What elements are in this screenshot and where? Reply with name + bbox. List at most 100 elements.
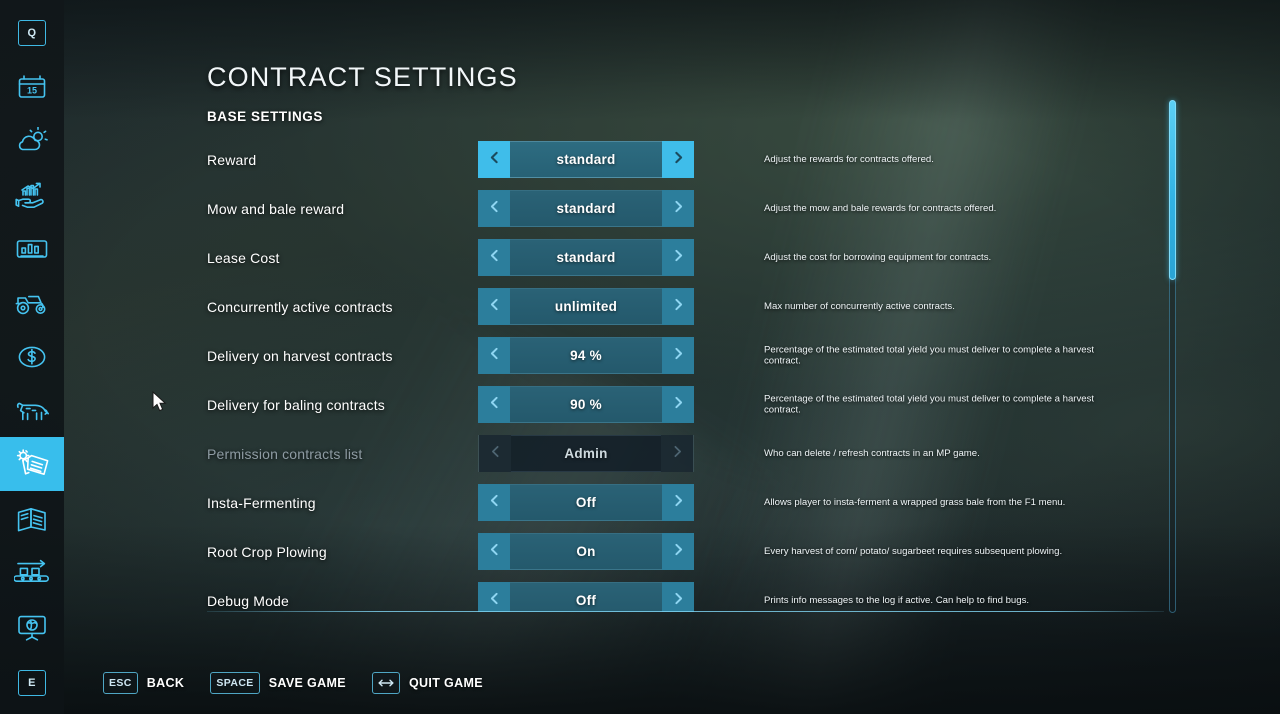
footer-hint[interactable]: QUIT GAME (371, 672, 483, 694)
setting-option-control[interactable]: 90 % (478, 386, 694, 423)
option-value: unlimited (554, 299, 618, 314)
setting-label: Permission contracts list (207, 445, 363, 462)
option-previous-button[interactable] (478, 386, 510, 423)
setting-row[interactable]: Concurrently active contracts unlimited Ma… (64, 288, 1164, 325)
option-previous-button[interactable] (478, 337, 510, 374)
option-next-button[interactable] (662, 533, 694, 570)
sidebar-item-statistics[interactable] (0, 222, 64, 276)
footer-hint-label: BACK (146, 676, 185, 690)
option-value-display: standard (510, 190, 662, 227)
option-previous-button[interactable] (478, 484, 510, 521)
chevron-left-icon (488, 249, 501, 267)
setting-option-control[interactable]: Off (478, 582, 694, 612)
setting-row[interactable]: Insta-Fermenting Off Allows player to inst… (64, 484, 1164, 521)
chevron-left-icon (488, 347, 501, 365)
setting-label: Debug Mode (207, 592, 289, 609)
setting-row[interactable]: Mow and bale reward standard Adjust the mo… (64, 190, 1164, 227)
setting-option-control[interactable]: 94 % (478, 337, 694, 374)
setting-label: Concurrently active contracts (207, 298, 393, 315)
chevron-left-icon (488, 298, 501, 316)
weather-icon (15, 127, 49, 155)
option-value: standard (556, 201, 616, 216)
key-cap: ESC (103, 672, 138, 694)
setting-row[interactable]: Lease Cost standard Adjust the cost for bo… (64, 239, 1164, 276)
sidebar-item-production[interactable] (0, 546, 64, 600)
sidebar-item-weather[interactable] (0, 114, 64, 168)
option-next-button[interactable] (662, 337, 694, 374)
option-next-button[interactable] (662, 484, 694, 521)
chevron-left-icon (488, 396, 501, 414)
option-previous-button (479, 435, 511, 472)
option-value: 94 % (570, 348, 602, 363)
option-previous-button[interactable] (478, 288, 510, 325)
option-previous-button[interactable] (478, 533, 510, 570)
setting-row[interactable]: Permission contracts list Admin Who can de… (64, 435, 1164, 472)
chevron-left-icon (488, 592, 501, 610)
option-previous-button[interactable] (478, 190, 510, 227)
scrollbar[interactable] (1168, 100, 1177, 613)
prices-hand-icon (15, 181, 49, 209)
setting-row[interactable]: Reward standard Adjust the rewards for con… (64, 141, 1164, 178)
settings-scroll-region[interactable]: Reward standard Adjust the rewards for con… (64, 133, 1164, 612)
setting-label: Mow and bale reward (207, 200, 345, 217)
setting-description: Percentage of the estimated total yield … (764, 343, 1095, 367)
option-value-display: unlimited (510, 288, 662, 325)
scrollbar-thumb[interactable] (1169, 100, 1176, 280)
option-next-button[interactable] (662, 386, 694, 423)
setting-option-control[interactable]: standard (478, 239, 694, 276)
option-next-button[interactable] (662, 239, 694, 276)
setting-row[interactable]: Delivery for baling contracts 90 % Percent… (64, 386, 1164, 423)
option-value-display: 90 % (510, 386, 662, 423)
setting-option-control[interactable]: Off (478, 484, 694, 521)
setting-row[interactable]: Debug Mode Off Prints info messages to the… (64, 582, 1164, 612)
setting-label: Insta-Fermenting (207, 494, 316, 511)
production-icon (14, 559, 50, 587)
setting-option-control[interactable]: unlimited (478, 288, 694, 325)
sidebar-item-contracts[interactable] (0, 492, 64, 546)
setting-option-control[interactable]: Admin (478, 435, 694, 472)
game-settings-icon (14, 449, 50, 479)
footer-hint[interactable]: ESC BACK (103, 672, 184, 694)
setting-row[interactable]: Delivery on harvest contracts 94 % Percent… (64, 337, 1164, 374)
chevron-right-icon (672, 200, 685, 218)
chevron-right-icon (671, 445, 684, 463)
option-next-button[interactable] (662, 190, 694, 227)
option-previous-button[interactable] (478, 582, 510, 612)
setting-option-control[interactable]: standard (478, 190, 694, 227)
option-previous-button[interactable] (478, 141, 510, 178)
setting-label: Delivery on harvest contracts (207, 347, 393, 364)
setting-description: Every harvest of corn/ potato/ sugarbeet… (764, 545, 1063, 557)
sidebar-item-finances[interactable] (0, 330, 64, 384)
chevron-right-icon (672, 298, 685, 316)
option-previous-button[interactable] (478, 239, 510, 276)
setting-option-control[interactable]: On (478, 533, 694, 570)
option-value: standard (556, 250, 616, 265)
sidebar-item-prices[interactable] (0, 168, 64, 222)
footer-key-hints: ESC BACK SPACE SAVE GAME QUIT GAME (0, 652, 1280, 714)
option-value: On (576, 544, 596, 559)
option-value-display: 94 % (510, 337, 662, 374)
sidebar-item-map-overview[interactable] (0, 600, 64, 654)
sidebar-item-vehicles[interactable] (0, 276, 64, 330)
chevron-right-icon (672, 151, 685, 169)
sidebar-item-help-key[interactable]: Q (0, 6, 64, 60)
key-cap: SPACE (210, 672, 260, 694)
sidebar-item-game-settings[interactable] (0, 437, 64, 491)
option-value-display: On (510, 533, 662, 570)
option-next-button[interactable] (662, 141, 694, 178)
footer-hint[interactable]: SPACE SAVE GAME (210, 672, 346, 694)
chevron-left-icon (488, 200, 501, 218)
setting-option-control[interactable]: standard (478, 141, 694, 178)
setting-description: Max number of concurrently active contra… (764, 300, 955, 312)
option-next-button (661, 435, 693, 472)
option-next-button[interactable] (662, 288, 694, 325)
sidebar-nav: Q 15 E (0, 0, 64, 714)
sidebar-item-animals[interactable] (0, 384, 64, 438)
sidebar-item-calendar[interactable]: 15 (0, 60, 64, 114)
setting-row[interactable]: Root Crop Plowing On Every harvest of corn… (64, 533, 1164, 570)
svg-text:15: 15 (27, 86, 37, 96)
animals-icon (14, 398, 50, 424)
setting-label: Lease Cost (207, 249, 280, 266)
option-next-button[interactable] (662, 582, 694, 612)
setting-description: Percentage of the estimated total yield … (764, 392, 1095, 416)
